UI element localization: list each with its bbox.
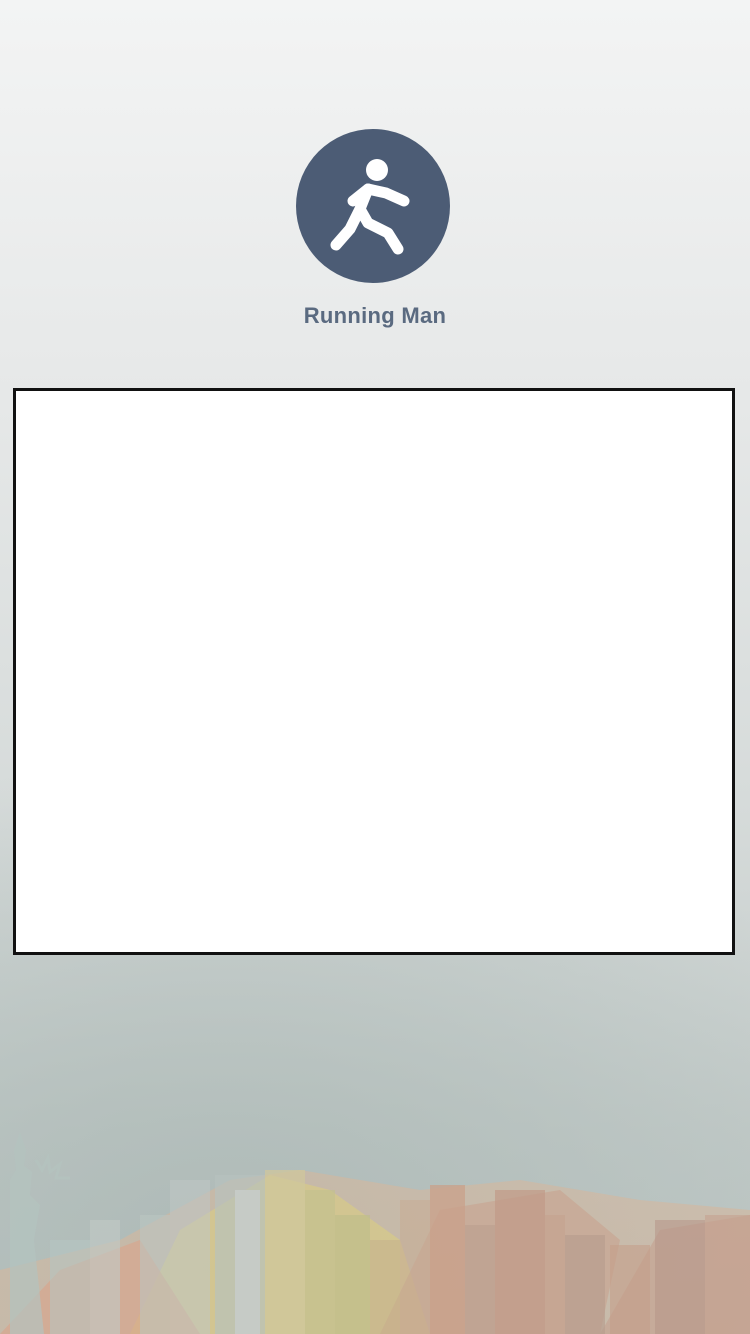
running-man-icon <box>330 159 410 255</box>
city-skyline-illustration <box>0 1132 750 1334</box>
app-logo <box>296 129 450 283</box>
app-name: Running Man <box>303 303 447 328</box>
content-panel <box>13 388 735 955</box>
